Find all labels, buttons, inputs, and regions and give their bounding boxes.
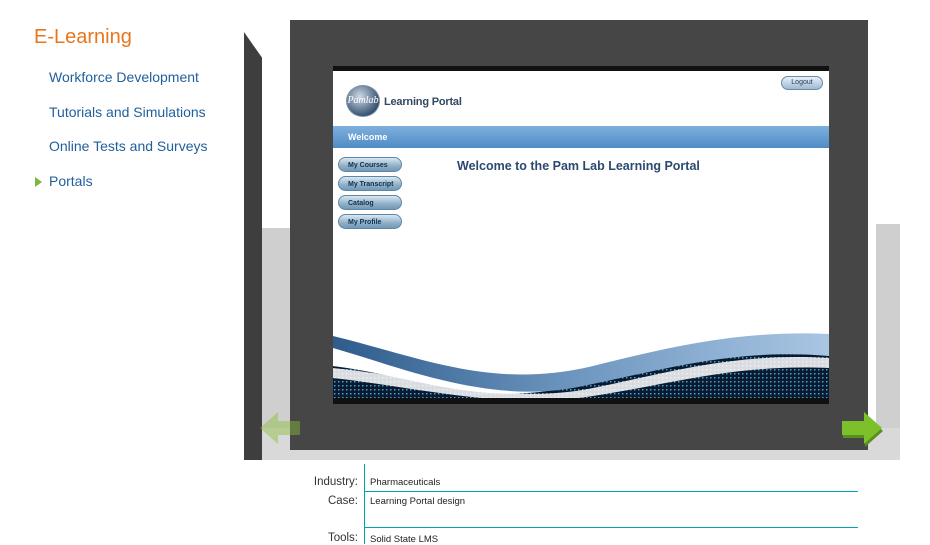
sidebar-item-tutorials-and-simulations[interactable]: Tutorials and Simulations [49,103,208,138]
my-profile-button[interactable]: My Profile [338,214,402,229]
my-transcript-button[interactable]: My Transcript [338,176,402,191]
case-details: Industry: Pharmaceuticals Case: Learning… [300,464,860,545]
arrow-left-icon[interactable] [256,408,304,448]
sidebar-nav: Workforce Development Tutorials and Simu… [35,68,208,207]
page-title: E-Learning [34,26,132,48]
pamlab-logo: Pamlab [346,85,380,117]
case-label: Case: [327,495,358,507]
sidebar-item-online-tests-and-surveys[interactable]: Online Tests and Surveys [49,137,208,172]
tools-value: Solid State LMS [370,534,439,545]
case-value: Learning Portal design [370,496,466,507]
welcome-bar: Welcome [333,126,829,148]
sidebar-item-workforce-development[interactable]: Workforce Development [49,68,208,103]
showcase-stage: Logout Pamlab Learning Portal Welcome My… [244,18,904,463]
portal-title: Learning Portal [384,96,462,108]
side-panel [244,32,262,460]
my-courses-button[interactable]: My Courses [338,157,402,172]
details-divider [364,464,365,544]
industry-value: Pharmaceuticals [370,477,441,488]
logout-button[interactable]: Logout [781,76,823,90]
decorative-wave [333,333,829,398]
portal-screen: Logout Pamlab Learning Portal Welcome My… [333,66,829,404]
arrow-right-icon[interactable] [838,408,886,448]
details-rule [365,527,858,528]
details-rule [365,491,858,492]
industry-label: Industry: [313,476,358,488]
tools-label: Tools: [327,532,358,544]
sidebar-item-portals[interactable]: Portals [35,172,208,207]
welcome-heading: Welcome to the Pam Lab Learning Portal [457,159,700,173]
portal-menu: My Courses My Transcript Catalog My Prof… [338,157,402,233]
catalog-button[interactable]: Catalog [338,195,402,210]
